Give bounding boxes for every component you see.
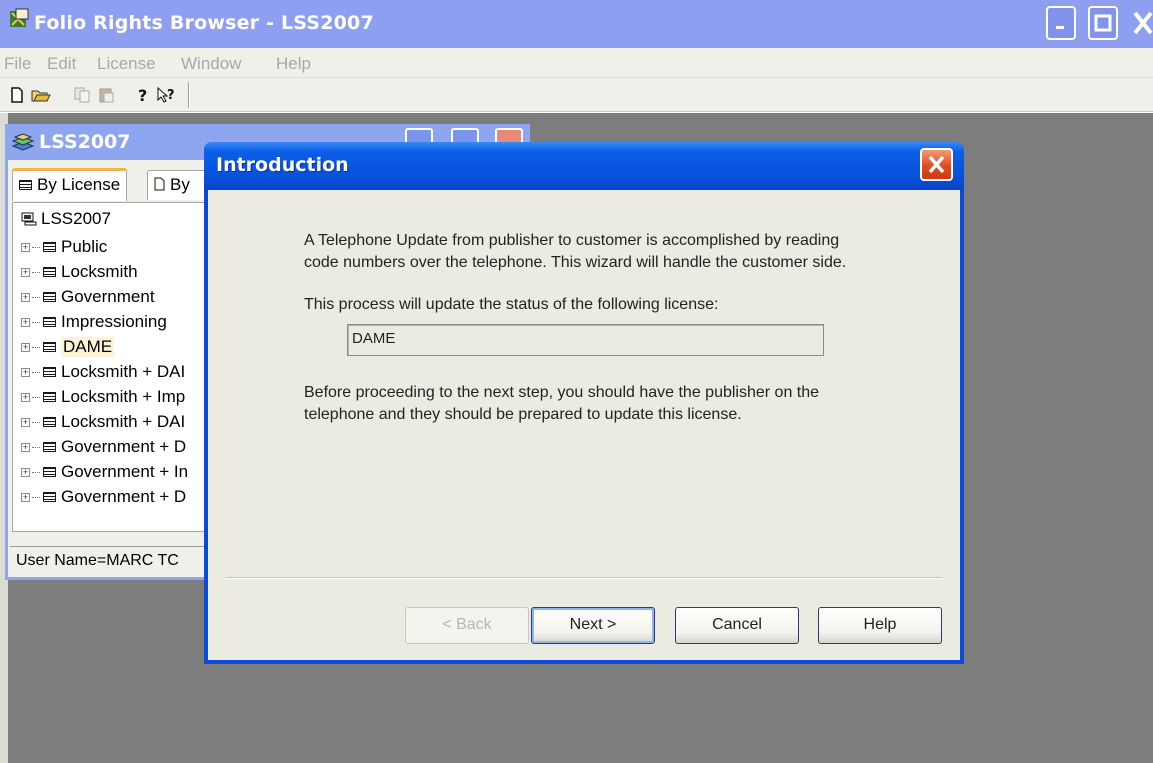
menu-license[interactable]: License: [97, 54, 156, 74]
expand-icon[interactable]: +: [21, 367, 30, 377]
minimize-button[interactable]: [1046, 6, 1076, 40]
license-icon: [43, 317, 56, 327]
tab-by[interactable]: By: [147, 170, 209, 200]
dialog-close-button[interactable]: [920, 148, 953, 181]
child-window-title: LSS2007: [39, 131, 131, 153]
instruction-paragraph: Before proceeding to the next step, you …: [304, 384, 820, 423]
tree-item[interactable]: + Government + In: [21, 460, 188, 484]
open-button[interactable]: [30, 84, 52, 106]
menu-edit[interactable]: Edit: [47, 54, 76, 74]
tree-item[interactable]: + Locksmith + DAI: [21, 410, 185, 434]
expand-icon[interactable]: +: [21, 292, 30, 302]
new-document-button[interactable]: [6, 84, 28, 106]
license-icon: [43, 442, 56, 452]
copy-icon: [74, 87, 90, 103]
computer-icon: [21, 212, 37, 226]
open-folder-icon: [31, 90, 51, 102]
app-logo-icon: [10, 8, 29, 27]
help-button[interactable]: ?: [132, 84, 154, 106]
expand-icon[interactable]: +: [21, 492, 30, 502]
license-icon: [43, 392, 56, 402]
intro-paragraph: A Telephone Update from publisher to cus…: [304, 232, 847, 271]
next-button[interactable]: Next >: [531, 607, 655, 644]
license-icon: [43, 267, 56, 277]
tree-item[interactable]: + Locksmith + Imp: [21, 385, 185, 409]
dialog-title: Introduction: [216, 154, 349, 176]
copy-button[interactable]: [72, 84, 94, 106]
toolbar: ? ?: [0, 78, 1153, 112]
books-icon: [11, 133, 35, 151]
minimize-icon: [1056, 26, 1064, 29]
license-icon: [43, 417, 56, 427]
dialog-titlebar: Introduction: [204, 142, 964, 190]
license-icon: [43, 342, 56, 352]
toolbar-separator: [188, 82, 190, 108]
tree-item[interactable]: + Government + D: [21, 435, 186, 459]
back-button[interactable]: < Back: [405, 607, 529, 644]
license-icon: [43, 492, 56, 502]
expand-icon[interactable]: +: [21, 342, 30, 352]
tab-by-license[interactable]: By License: [12, 168, 128, 201]
maximize-icon: [1094, 14, 1112, 32]
paste-button[interactable]: [96, 84, 118, 106]
new-document-icon: [11, 87, 23, 103]
expand-icon[interactable]: +: [21, 317, 30, 327]
paste-icon: [99, 88, 114, 103]
license-icon: [43, 292, 56, 302]
license-icon: [19, 180, 32, 190]
tree-item-selected[interactable]: + DAME: [21, 335, 115, 359]
expand-icon[interactable]: +: [21, 442, 30, 452]
tree-item[interactable]: + Government + D: [21, 485, 186, 509]
tree-item[interactable]: + Locksmith: [21, 260, 138, 284]
expand-icon[interactable]: +: [21, 392, 30, 402]
license-icon: [43, 242, 56, 252]
cancel-button[interactable]: Cancel: [675, 607, 799, 644]
app-titlebar: Folio Rights Browser - LSS2007: [0, 0, 1153, 48]
tree-item[interactable]: + Locksmith + DAI: [21, 360, 185, 384]
expand-icon[interactable]: +: [21, 467, 30, 477]
expand-icon[interactable]: +: [21, 417, 30, 427]
license-icon: [43, 467, 56, 477]
expand-icon[interactable]: +: [21, 242, 30, 252]
tree-item[interactable]: + Public: [21, 235, 107, 259]
maximize-button[interactable]: [1088, 6, 1118, 40]
close-icon: [928, 155, 945, 174]
close-icon: [1133, 11, 1153, 35]
menu-bar: File Edit License Window Help: [0, 48, 1153, 78]
expand-icon[interactable]: +: [21, 267, 30, 277]
svg-text:?: ?: [167, 88, 175, 103]
context-help-icon: ?: [157, 86, 175, 103]
menu-window[interactable]: Window: [181, 54, 241, 74]
tree-item[interactable]: + Government: [21, 285, 155, 309]
license-field: DAME: [347, 324, 824, 356]
menu-help[interactable]: Help: [276, 54, 311, 74]
dialog-divider: [226, 577, 942, 579]
svg-text:?: ?: [138, 86, 147, 104]
document-icon: [154, 177, 165, 191]
introduction-dialog: Introduction A Telephone Update from pub…: [204, 142, 964, 664]
help-icon: ?: [138, 86, 147, 104]
app-title: Folio Rights Browser - LSS2007: [34, 12, 374, 34]
context-help-button[interactable]: ?: [156, 84, 178, 106]
dialog-body: A Telephone Update from publisher to cus…: [208, 190, 960, 660]
help-button[interactable]: Help: [818, 607, 942, 644]
license-icon: [43, 367, 56, 377]
tree-root[interactable]: LSS2007: [21, 209, 111, 229]
menu-file[interactable]: File: [4, 54, 31, 74]
close-button[interactable]: [1128, 6, 1153, 40]
tree-item[interactable]: + Impressioning: [21, 310, 167, 334]
license-prompt: This process will update the status of t…: [304, 296, 719, 313]
